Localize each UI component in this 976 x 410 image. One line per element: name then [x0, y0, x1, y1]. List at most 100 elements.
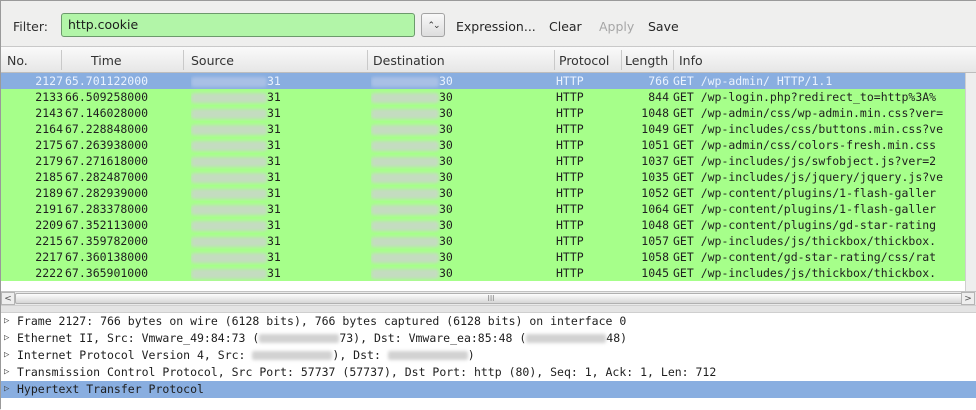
detail-tree-item[interactable]: ▷ Ethernet II, Src: Vmware_49:84:73 ( 73),… [1, 330, 976, 347]
packet-details-pane[interactable]: ▷ Frame 2127: 766 bytes on wire (6128 bit… [1, 313, 976, 410]
packet-row[interactable]: 2143 67.146028000 31 30 HTTP 1048 GET /wp-admi… [1, 105, 976, 121]
redacted-address [371, 92, 439, 103]
packet-row[interactable]: 2222 67.365901000 31 30 HTTP 1045 GET /wp-incl… [1, 265, 976, 281]
packet-no: 2143 [35, 106, 63, 120]
redacted-address [191, 268, 267, 279]
packet-row[interactable]: 2179 67.271618000 31 30 HTTP 1037 GET /wp-incl… [1, 153, 976, 169]
detail-tree-item[interactable]: ▷ Frame 2127: 766 bytes on wire (6128 bit… [1, 313, 976, 330]
packet-time: 67.359782000 [65, 234, 149, 248]
packet-row[interactable]: 2189 67.282939000 31 30 HTTP 1052 GET /wp-cont… [1, 185, 976, 201]
expand-triangle-icon[interactable]: ▷ [4, 347, 9, 364]
packet-length: 1052 [641, 186, 669, 200]
packet-list[interactable]: No. Time Source Destination Protocol Len… [1, 47, 976, 291]
packet-row[interactable]: 2217 67.360138000 31 30 HTTP 1058 GET /wp-cont… [1, 249, 976, 265]
packet-no: 2179 [35, 154, 63, 168]
packet-row[interactable]: 2215 67.359782000 31 30 HTTP 1057 GET /wp-incl… [1, 233, 976, 249]
packet-source: 31 [191, 265, 367, 281]
packet-row[interactable]: 2185 67.282487000 31 30 HTTP 1035 GET /wp-incl… [1, 169, 976, 185]
detail-tree-item[interactable]: ▷ Hypertext Transfer Protocol [1, 381, 976, 398]
packet-protocol: HTTP [556, 234, 584, 248]
scroll-thumb[interactable]: III [15, 293, 967, 304]
expression-button[interactable]: Expression... [456, 19, 536, 34]
packet-protocol: HTTP [556, 170, 584, 184]
column-source[interactable]: Source [191, 53, 234, 68]
packet-time: 67.283378000 [65, 202, 149, 216]
redacted-address [191, 140, 267, 151]
packet-destination: 30 [371, 153, 555, 169]
redacted-address [191, 220, 267, 231]
redacted-address [371, 156, 439, 167]
pane-splitter[interactable] [1, 305, 976, 313]
expand-triangle-icon[interactable]: ▷ [4, 313, 9, 330]
packet-length: 766 [648, 74, 669, 88]
detail-text: ), Dst: [332, 348, 388, 362]
column-time[interactable]: Time [91, 53, 122, 68]
packet-destination: 30 [371, 89, 555, 105]
redacted-address [387, 351, 468, 360]
packet-info: GET /wp-admin/css/wp-admin.min.css?ver= [673, 106, 944, 120]
redacted-address [371, 188, 439, 199]
packet-destination: 30 [371, 137, 555, 153]
updown-chevron-icon: ⌃⌄ [427, 21, 440, 31]
packet-rows: 2127 65.701122000 31 30 HTTP 766 GET /wp-admin… [1, 73, 976, 281]
redacted-address [371, 76, 439, 87]
packet-row[interactable]: 2175 67.263938000 31 30 HTTP 1051 GET /wp-admi… [1, 137, 976, 153]
redacted-address [371, 204, 439, 215]
redacted-address [191, 108, 267, 119]
clear-button[interactable]: Clear [549, 19, 582, 34]
packet-row[interactable]: 2133 66.509258000 31 30 HTTP 844 GET /wp-login… [1, 89, 976, 105]
column-length[interactable]: Length [625, 53, 668, 68]
redacted-address [191, 156, 267, 167]
redacted-address [371, 252, 439, 263]
packet-info: GET /wp-content/gd-star-rating/css/rat [673, 250, 937, 264]
packet-info: GET /wp-content/plugins/1-flash-galler [673, 186, 937, 200]
packet-length: 1064 [641, 202, 669, 216]
column-protocol[interactable]: Protocol [559, 53, 609, 68]
horizontal-scrollbar[interactable]: < III > [1, 291, 976, 305]
column-info[interactable]: Info [679, 53, 703, 68]
packet-row[interactable]: 2164 67.228848000 31 30 HTTP 1049 GET /wp-incl… [1, 121, 976, 137]
packet-row[interactable]: 2209 67.352113000 31 30 HTTP 1048 GET /wp-cont… [1, 217, 976, 233]
redacted-address [526, 334, 607, 343]
scroll-left-icon[interactable]: < [1, 292, 15, 305]
packet-row[interactable]: 2191 67.283378000 31 30 HTTP 1064 GET /wp-cont… [1, 201, 976, 217]
column-no[interactable]: No. [7, 53, 28, 68]
apply-button[interactable]: Apply [599, 19, 634, 34]
packet-time: 67.352113000 [65, 218, 149, 232]
expand-triangle-icon[interactable]: ▷ [4, 364, 9, 381]
detail-tree-item[interactable]: ▷ Transmission Control Protocol, Src Port… [1, 364, 976, 381]
filter-label: Filter: [13, 19, 48, 34]
packet-source: 31 [191, 169, 367, 185]
redacted-address [191, 236, 267, 247]
packet-length: 1058 [641, 250, 669, 264]
detail-text: ) [467, 348, 475, 362]
packet-row[interactable]: 2127 65.701122000 31 30 HTTP 766 GET /wp-admin… [1, 73, 976, 89]
scroll-right-icon[interactable]: > [961, 292, 975, 305]
packet-length: 1049 [641, 122, 669, 136]
expand-triangle-icon[interactable]: ▷ [4, 330, 9, 347]
detail-text: Ethernet II, Src: Vmware_49:84:73 ( [17, 331, 260, 345]
column-destination[interactable]: Destination [373, 53, 445, 68]
redacted-address [191, 172, 267, 183]
wireshark-window: Filter: http.cookie ⌃⌄ Expression... Cle… [0, 0, 976, 410]
packet-time: 67.282939000 [65, 186, 149, 200]
packet-no: 2209 [35, 218, 63, 232]
vertical-scrollbar[interactable] [965, 73, 976, 291]
packet-destination: 30 [371, 169, 555, 185]
filter-history-dropdown[interactable]: ⌃⌄ [421, 13, 445, 37]
redacted-address [371, 236, 439, 247]
packet-destination: 30 [371, 265, 555, 281]
redacted-address [371, 108, 439, 119]
redacted-address [191, 76, 267, 87]
detail-text: 73), Dst: Vmware_ea:85:48 ( [339, 331, 527, 345]
filter-input[interactable]: http.cookie [61, 13, 415, 37]
packet-info: GET /wp-includes/js/thickbox/thickbox. [673, 234, 937, 248]
expand-triangle-icon[interactable]: ▷ [4, 381, 9, 398]
detail-text: Transmission Control Protocol, Src Port:… [17, 365, 717, 379]
redacted-address [371, 172, 439, 183]
save-button[interactable]: Save [648, 19, 679, 34]
packet-protocol: HTTP [556, 202, 584, 216]
detail-tree-item[interactable]: ▷ Internet Protocol Version 4, Src: ), Ds… [1, 347, 976, 364]
packet-source: 31 [191, 137, 367, 153]
redacted-address [191, 124, 267, 135]
